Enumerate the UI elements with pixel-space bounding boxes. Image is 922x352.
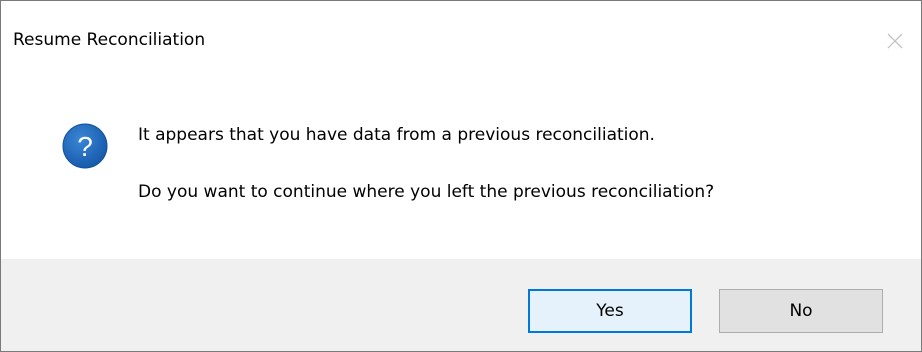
- message-line-2: Do you want to continue where you left t…: [138, 182, 715, 202]
- svg-text:?: ?: [77, 131, 93, 162]
- title-bar: Resume Reconciliation: [1, 1, 921, 81]
- message-line-1: It appears that you have data from a pre…: [138, 125, 655, 145]
- close-button[interactable]: [883, 29, 907, 53]
- dialog-content: ? It appears that you have data from a p…: [1, 81, 921, 259]
- dialog-title: Resume Reconciliation: [13, 30, 206, 50]
- no-button[interactable]: No: [719, 289, 883, 333]
- yes-button[interactable]: Yes: [528, 289, 692, 333]
- close-icon: [887, 33, 903, 49]
- resume-reconciliation-dialog: Resume Reconciliation ? It appears that: [0, 0, 922, 352]
- button-bar: Yes No: [1, 259, 921, 351]
- question-icon: ?: [62, 123, 108, 169]
